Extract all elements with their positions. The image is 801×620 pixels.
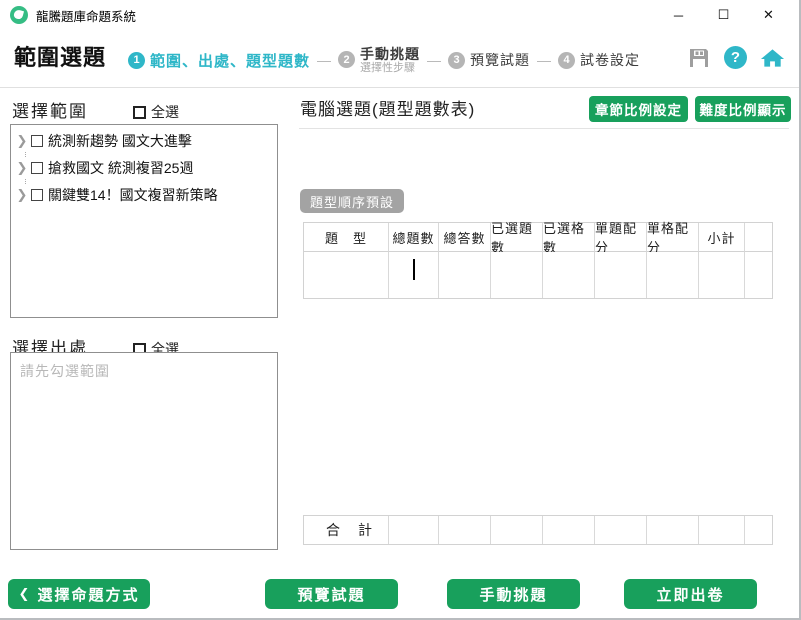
step-3-preview[interactable]: 3 預覽試題 [448, 50, 530, 70]
step-separator: — [317, 52, 332, 68]
cell-total-questions[interactable] [389, 252, 439, 298]
app-logo-icon [10, 6, 28, 24]
total-cell [389, 516, 439, 544]
step-2-sublabel: 選擇性步驟 [360, 61, 416, 74]
cell-selected-questions[interactable] [491, 252, 543, 298]
step-separator: — [537, 52, 552, 68]
checkbox-icon[interactable] [31, 162, 43, 174]
step-2-badge: 2 [338, 51, 356, 69]
header-divider [0, 87, 799, 88]
tree-item-label: 統測新趨勢 國文大進擊 [48, 133, 192, 149]
col-header-type: 題 型 [304, 223, 389, 252]
table-total-row: 合 計 [303, 515, 773, 545]
text-caret [413, 259, 415, 280]
col-header-selected-questions: 已選題數 [491, 221, 543, 255]
window-title: 龍騰題庫命題系統 [36, 9, 137, 24]
back-to-method-button[interactable]: ❮ 選擇命題方式 [8, 579, 150, 609]
cell-subtotal[interactable] [699, 252, 745, 298]
total-label-cell: 合 計 [304, 516, 389, 544]
difficulty-ratio-button[interactable]: 難度比例顯示 [695, 96, 791, 122]
cell-type[interactable] [304, 252, 389, 298]
question-type-table: 題 型 總題數 總答數 已選題數 已選格數 單題配分 單格配分 小計 [303, 221, 773, 299]
col-header-points-per-question: 單題配分 [595, 221, 647, 255]
total-cell [699, 516, 745, 544]
step-1-label: 範圍、出處、題型題數 [150, 52, 311, 70]
step-1-badge: 1 [128, 51, 145, 69]
cell-points-per-question[interactable] [595, 252, 647, 298]
step-2-manual-pick[interactable]: 2 手動挑題 選擇性步驟 [338, 46, 420, 75]
checkbox-icon [133, 105, 146, 119]
wizard-steps: 1 範圍、出處、題型題數 — 2 手動挑題 選擇性步驟 — 3 預覽試題 — 4… [128, 40, 640, 80]
range-section-title: 選擇範圍 [12, 102, 88, 121]
col-header-points-per-blank: 單格配分 [647, 221, 699, 255]
col-header-blank [745, 223, 772, 252]
tree-item-book-2[interactable]: ❯ 搶救國文 統測複習25週 [15, 157, 273, 179]
tree-item-label: 搶救國文 統測複習25週 [48, 160, 194, 176]
tree-item-label: 關鍵雙14！國文複習新策略 [48, 187, 218, 203]
chapter-ratio-button[interactable]: 章節比例設定 [589, 96, 688, 122]
tree-item-book-3[interactable]: ❯ 關鍵雙14！國文複習新策略 [15, 184, 273, 206]
total-cell [647, 516, 699, 544]
main-divider [299, 128, 789, 129]
step-3-badge: 3 [448, 51, 466, 69]
step-2-label: 手動挑題 [360, 45, 421, 62]
app-window: 龍騰題庫命題系統 ─ ☐ ✕ 範圍選題 1 範圍、出處、題型題數 — 2 手動挑… [0, 0, 801, 620]
range-tree: ❯ 統測新趨勢 國文大進擊 ❯ 搶救國文 統測複習25週 ❯ 關鍵雙14！國文複… [10, 124, 278, 318]
step-1-range[interactable]: 1 範圍、出處、題型題數 [128, 50, 310, 71]
cell-total-answers[interactable] [439, 252, 491, 298]
range-select-all-label: 全選 [151, 104, 179, 120]
source-placeholder-text: 請先勾選範圍 [20, 363, 110, 379]
generate-paper-button[interactable]: 立即出卷 [624, 579, 757, 609]
header-icons: ? [686, 45, 785, 70]
range-select-all-checkbox[interactable]: 全選 [133, 102, 179, 122]
window-controls: ─ ☐ ✕ [656, 0, 791, 30]
minimize-button[interactable]: ─ [656, 0, 701, 30]
close-button[interactable]: ✕ [746, 0, 791, 30]
chevron-left-icon: ❮ [18, 586, 32, 601]
expand-chevron-icon[interactable]: ❯ [15, 187, 29, 203]
back-button-label: 選擇命題方式 [37, 586, 140, 604]
checkbox-icon[interactable] [31, 135, 43, 147]
expand-chevron-icon[interactable]: ❯ [15, 160, 29, 176]
home-icon[interactable] [760, 45, 785, 70]
source-list-box: 請先勾選範圍 [10, 352, 278, 550]
tree-item-book-1[interactable]: ❯ 統測新趨勢 國文大進擊 [15, 130, 273, 152]
total-cell [745, 516, 772, 544]
checkbox-icon[interactable] [31, 189, 43, 201]
save-icon[interactable] [686, 45, 711, 70]
manual-pick-button[interactable]: 手動挑題 [447, 579, 580, 609]
step-separator: — [427, 52, 442, 68]
help-icon[interactable]: ? [724, 46, 747, 69]
cell-blank[interactable] [745, 252, 772, 298]
table-header-row: 題 型 總題數 總答數 已選題數 已選格數 單題配分 單格配分 小計 [304, 221, 772, 255]
step-4-paper-settings[interactable]: 4 試卷設定 [558, 50, 640, 70]
total-cell [491, 516, 543, 544]
maximize-button[interactable]: ☐ [701, 0, 746, 30]
preview-questions-button[interactable]: 預覽試題 [265, 579, 398, 609]
total-cell [595, 516, 647, 544]
col-header-selected-blanks: 已選格數 [543, 221, 595, 255]
page-title: 範圍選題 [14, 45, 107, 70]
type-order-default-button[interactable]: 題型順序預設 [300, 189, 404, 213]
col-header-subtotal: 小計 [699, 223, 745, 252]
step-4-badge: 4 [558, 51, 576, 69]
cell-selected-blanks[interactable] [543, 252, 595, 298]
total-cell [439, 516, 491, 544]
computer-selection-title: 電腦選題(題型題數表) [300, 100, 476, 119]
title-bar: 龍騰題庫命題系統 ─ ☐ ✕ [0, 0, 799, 30]
col-header-total-answers: 總答數 [439, 223, 491, 252]
cell-points-per-blank[interactable] [647, 252, 699, 298]
step-4-label: 試卷設定 [580, 52, 641, 68]
expand-chevron-icon[interactable]: ❯ [15, 133, 29, 149]
step-3-label: 預覽試題 [470, 52, 531, 68]
total-cell [543, 516, 595, 544]
col-header-total-questions: 總題數 [389, 223, 439, 252]
table-data-row [304, 252, 772, 298]
